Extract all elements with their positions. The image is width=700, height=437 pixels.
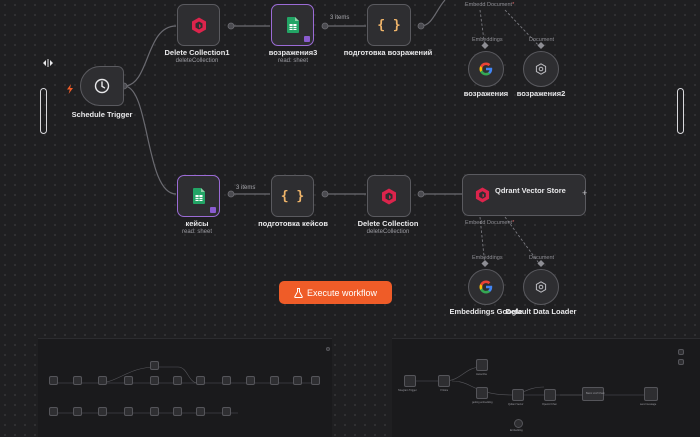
node-keysy[interactable] xyxy=(177,175,220,217)
document-loader-icon xyxy=(535,281,547,293)
mini-node xyxy=(404,375,416,387)
mini-node xyxy=(512,389,524,401)
mini-node xyxy=(98,376,107,385)
label-podgotovka-keysov: подготовка кейсов xyxy=(258,219,328,228)
code-braces-icon: { } xyxy=(377,17,401,33)
mini-node xyxy=(150,407,159,416)
mini-node xyxy=(222,376,231,385)
mini-node xyxy=(196,407,205,416)
left-scrollbar[interactable] xyxy=(40,88,47,134)
mini-label: Telegram Trigger xyxy=(398,389,417,392)
node-default-data-loader[interactable] xyxy=(523,269,559,305)
label-delete-collection1: Delete Collection1 xyxy=(164,48,230,57)
clock-icon xyxy=(94,78,110,94)
label-default-data-loader: Default Data Loader xyxy=(505,307,577,316)
mini-node xyxy=(124,376,133,385)
port-embedding-document-bottom: Embedd Document* xyxy=(465,220,515,226)
mini-node xyxy=(98,407,107,416)
trigger-bolt-icon xyxy=(66,81,74,94)
execute-workflow-label: Execute workflow xyxy=(306,287,378,298)
mini-node xyxy=(644,387,658,401)
sub-delete-collection: deleteCollection xyxy=(366,229,410,235)
node-podgotovka-keysov[interactable]: { } xyxy=(271,175,314,217)
mini-node xyxy=(173,376,182,385)
mini-node xyxy=(311,376,320,385)
code-braces-icon: { } xyxy=(280,188,305,204)
node-qdrant-vector-store[interactable]: Qdrant Vector Store xyxy=(462,174,586,216)
edge-items-top: 3 items xyxy=(330,15,350,21)
label-vozrazheniya2: возражения2 xyxy=(516,89,566,98)
label-vozrazheniya3: возражения3 xyxy=(268,48,318,57)
mini-label: getting embedding xyxy=(472,401,493,404)
sheets-icon xyxy=(192,188,205,204)
document-loader-icon xyxy=(535,63,547,75)
mini-control[interactable] xyxy=(678,349,684,355)
node-vozrazheniya3[interactable] xyxy=(271,4,314,46)
google-icon xyxy=(479,62,493,76)
port-embeddings-bottom: Embeddings xyxy=(472,255,503,261)
mini-control[interactable] xyxy=(678,359,684,365)
port-document-top: Document xyxy=(529,37,555,43)
mini-node xyxy=(150,361,159,370)
mini-node xyxy=(476,387,488,399)
node-embeddings-google[interactable] xyxy=(468,269,504,305)
sub-delete-collection1: deleteCollection xyxy=(175,58,219,64)
qdrant-icon xyxy=(475,187,490,203)
mini-label: OpenAI Chat xyxy=(542,403,557,406)
mini-node xyxy=(222,407,231,416)
label-qdrant-vector-store: Qdrant Vector Store xyxy=(495,186,566,195)
flask-icon xyxy=(294,287,303,298)
mini-node xyxy=(73,376,82,385)
mini-node xyxy=(438,375,450,387)
mini-node xyxy=(246,376,255,385)
pan-arrows-icon[interactable] xyxy=(42,57,54,69)
mini-node xyxy=(293,376,302,385)
mini-label: Basic LLM Chain xyxy=(586,392,605,395)
label-keysy: кейсы xyxy=(185,219,209,228)
port-document-bottom: Document xyxy=(529,255,555,261)
port-embeddings-top: Embeddings xyxy=(472,37,503,43)
mini-node xyxy=(514,419,523,428)
node-delete-collection[interactable] xyxy=(367,175,411,217)
label-schedule-trigger: Schedule Trigger xyxy=(71,110,133,119)
execute-workflow-button[interactable]: Execute workflow xyxy=(279,281,392,304)
mini-node xyxy=(544,389,556,401)
node-podgotovka-vozrazheniy[interactable]: { } xyxy=(367,4,411,46)
qdrant-icon xyxy=(381,188,397,205)
node-delete-collection1[interactable] xyxy=(177,4,220,46)
mini-node xyxy=(73,407,82,416)
label-podgotovka-vozrazheniy: подготовка возражений xyxy=(343,48,433,57)
mini-label: If Voice xyxy=(440,389,449,392)
sub-keysy: read: sheet xyxy=(181,229,213,235)
mini-label: Qdrant Vector xyxy=(508,403,524,406)
mini-node xyxy=(124,407,133,416)
workflow-preview-left[interactable] xyxy=(38,338,332,437)
mini-node xyxy=(270,376,279,385)
mini-node xyxy=(150,376,159,385)
mini-label: Embedding xyxy=(510,429,523,432)
mini-node xyxy=(49,376,58,385)
mini-node xyxy=(196,376,205,385)
workflow-preview-right[interactable]: Telegram Trigger If Voice transcribe get… xyxy=(392,338,700,437)
add-node-plus-icon[interactable]: + xyxy=(582,188,587,198)
mini-node xyxy=(326,347,330,351)
mini-node xyxy=(476,359,488,371)
mini-node xyxy=(49,407,58,416)
right-scrollbar[interactable] xyxy=(677,88,684,134)
label-delete-collection: Delete Collection xyxy=(357,219,419,228)
node-vozrazheniya2[interactable] xyxy=(523,51,559,87)
node-vozrazheniya[interactable] xyxy=(468,51,504,87)
qdrant-icon xyxy=(191,17,207,34)
node-badge-icon xyxy=(210,207,216,213)
mini-node xyxy=(173,407,182,416)
node-schedule-trigger[interactable] xyxy=(80,66,124,106)
sheets-icon xyxy=(286,17,299,33)
port-embedding-document-top: Embedd Document* xyxy=(465,2,515,8)
mini-label: send message xyxy=(640,403,657,406)
sub-vozrazheniya3: read: sheet xyxy=(277,58,309,64)
node-badge-icon xyxy=(304,36,310,42)
mini-label: transcribe xyxy=(476,373,487,376)
google-icon xyxy=(479,280,493,294)
edge-items-bottom: 3 items xyxy=(236,185,256,191)
